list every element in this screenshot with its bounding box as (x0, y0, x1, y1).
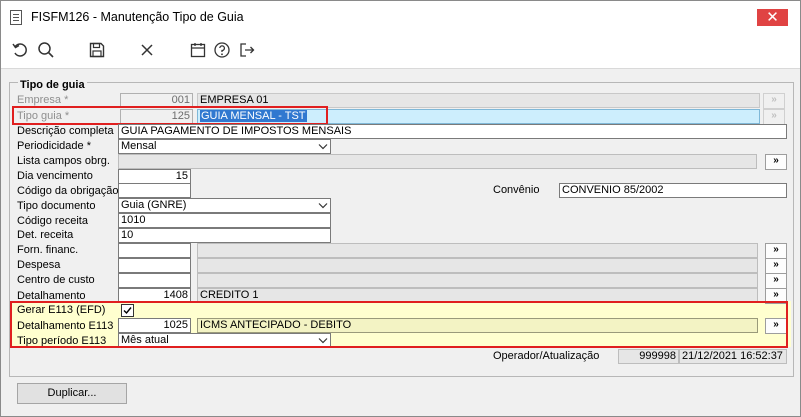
periodicidade-label: Periodicidade * (17, 140, 91, 152)
centro-custo-label: Centro de custo (17, 274, 95, 286)
group-title: Tipo de guia (18, 79, 87, 91)
undo-icon[interactable] (9, 39, 31, 61)
save-icon[interactable] (86, 39, 108, 61)
forn-financ-label: Forn. financ. (17, 244, 79, 256)
e113-highlight (10, 301, 788, 348)
atualizacao-field: 21/12/2021 16:52:37 (679, 349, 787, 364)
tipo-documento-label: Tipo documento (17, 200, 96, 212)
codigo-obrigacao-label: Código da obrigação (17, 185, 119, 197)
descricao-label: Descrição completa (17, 125, 114, 137)
forn-financ-code-field[interactable] (118, 243, 191, 258)
det-receita-field[interactable]: 10 (118, 228, 331, 243)
tipo-documento-select[interactable]: Guia (GNRE) (118, 198, 331, 213)
lista-campos-label: Lista campos obrg. (17, 155, 110, 167)
tipo-documento-value: Guia (GNRE) (121, 199, 187, 211)
app-icon (10, 10, 22, 25)
tipo-guia-lookup-button: » (763, 109, 785, 125)
exit-icon[interactable] (236, 39, 258, 61)
codigo-receita-label: Código receita (17, 215, 88, 227)
duplicar-button[interactable]: Duplicar... (17, 383, 127, 404)
empresa-label: Empresa * (17, 94, 69, 106)
descricao-field[interactable]: GUIA PAGAMENTO DE IMPOSTOS MENSAIS (118, 124, 787, 139)
despesa-code-field[interactable] (118, 258, 191, 273)
dia-vencimento-field[interactable]: 15 (118, 169, 191, 184)
toolbar (1, 32, 800, 69)
search-icon[interactable] (35, 39, 57, 61)
despesa-lookup-button[interactable]: » (765, 258, 787, 274)
despesa-desc-field (197, 258, 758, 273)
main-window: FISFM126 - Manutenção Tipo de Guia ✕ Tip… (0, 0, 801, 417)
empresa-lookup-button: » (763, 93, 785, 109)
det-receita-label: Det. receita (17, 229, 74, 241)
centro-custo-desc-field (197, 273, 758, 288)
chevron-down-icon (318, 140, 328, 153)
dia-vencimento-label: Dia vencimento (17, 170, 93, 182)
close-button[interactable]: ✕ (757, 9, 788, 26)
convenio-field[interactable]: CONVENIO 85/2002 (559, 183, 787, 198)
forn-financ-desc-field (197, 243, 758, 258)
title-bar: FISFM126 - Manutenção Tipo de Guia ✕ (1, 1, 800, 32)
lista-campos-field (118, 154, 757, 169)
periodicidade-value: Mensal (121, 140, 157, 152)
chevron-down-icon (318, 199, 328, 212)
forn-financ-lookup-button[interactable]: » (765, 243, 787, 259)
window-title: FISFM126 - Manutenção Tipo de Guia (31, 10, 244, 24)
codigo-obrigacao-field[interactable] (118, 183, 191, 198)
periodicidade-select[interactable]: Mensal (118, 139, 331, 154)
centro-custo-lookup-button[interactable]: » (765, 273, 787, 289)
convenio-label: Convênio (493, 184, 540, 196)
tipo-guia-highlight (12, 106, 328, 125)
centro-custo-code-field[interactable] (118, 273, 191, 288)
help-icon[interactable] (211, 39, 233, 61)
operador-code-field: 999998 (618, 349, 679, 364)
despesa-label: Despesa (17, 259, 61, 271)
calendar-icon[interactable] (187, 39, 209, 61)
operador-label: Operador/Atualização (493, 350, 600, 362)
codigo-receita-field[interactable]: 1010 (118, 213, 331, 228)
lista-campos-lookup-button[interactable]: » (765, 154, 787, 170)
cancel-icon[interactable] (136, 39, 158, 61)
